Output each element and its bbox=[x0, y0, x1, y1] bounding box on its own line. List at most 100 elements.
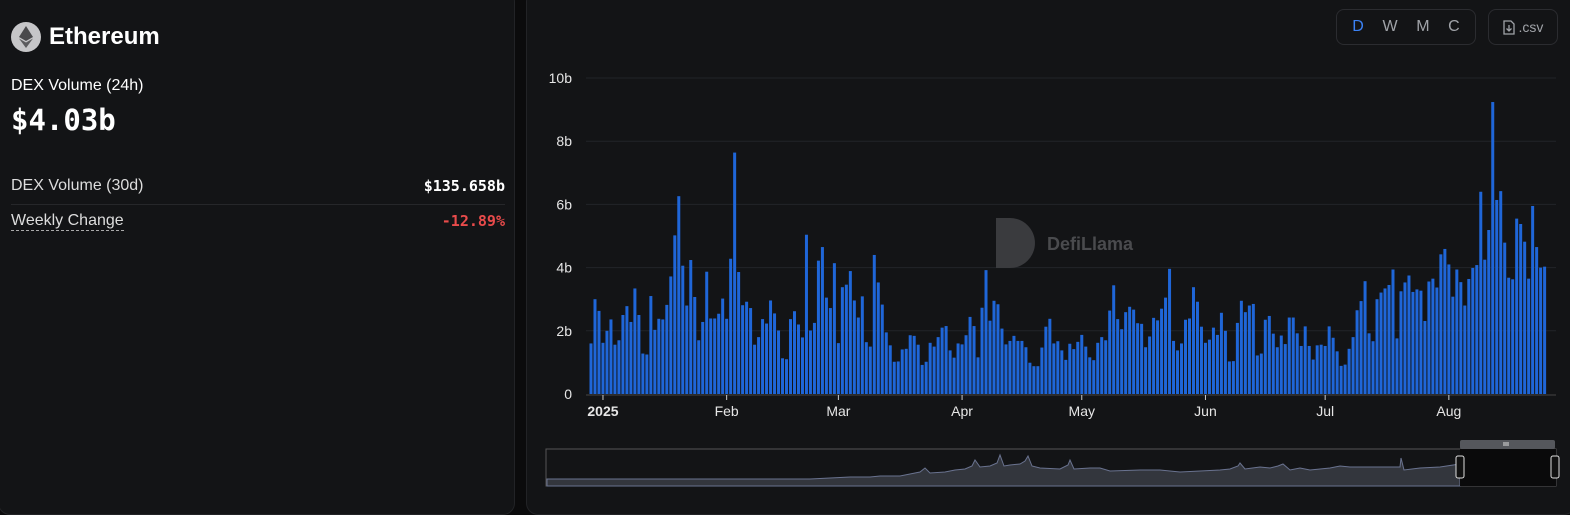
volume-bar[interactable] bbox=[824, 297, 828, 394]
volume-bar[interactable] bbox=[1279, 335, 1283, 394]
volume-bar[interactable] bbox=[888, 345, 892, 394]
volume-bar[interactable] bbox=[956, 343, 960, 394]
volume-bar[interactable] bbox=[685, 305, 689, 394]
volume-bar[interactable] bbox=[1463, 305, 1467, 394]
volume-bar[interactable] bbox=[804, 234, 808, 394]
volume-bar[interactable] bbox=[1535, 247, 1539, 394]
volume-bar[interactable] bbox=[1144, 347, 1148, 394]
volume-bar[interactable] bbox=[1511, 279, 1515, 394]
volume-bar[interactable] bbox=[1355, 310, 1359, 394]
volume-bar[interactable] bbox=[697, 340, 701, 394]
volume-bar[interactable] bbox=[1116, 319, 1120, 394]
volume-bar[interactable] bbox=[1339, 365, 1343, 394]
volume-bar[interactable] bbox=[916, 344, 920, 394]
volume-bar[interactable] bbox=[944, 326, 948, 394]
volume-bar[interactable] bbox=[876, 282, 880, 394]
navigator-right-handle[interactable] bbox=[1550, 455, 1560, 479]
volume-bar[interactable] bbox=[1184, 319, 1188, 394]
volume-bar[interactable] bbox=[940, 327, 944, 394]
volume-bar[interactable] bbox=[972, 326, 976, 394]
volume-bar[interactable] bbox=[1499, 191, 1503, 394]
volume-bar[interactable] bbox=[1060, 350, 1064, 394]
volume-bar[interactable] bbox=[757, 337, 761, 394]
volume-bar[interactable] bbox=[996, 304, 1000, 394]
volume-bar[interactable] bbox=[1056, 341, 1060, 394]
volume-bar[interactable] bbox=[884, 332, 888, 394]
volume-bar[interactable] bbox=[1040, 347, 1044, 394]
volume-bar[interactable] bbox=[792, 311, 796, 394]
volume-bar[interactable] bbox=[1291, 317, 1295, 394]
volume-bar[interactable] bbox=[769, 300, 773, 394]
volume-bar[interactable] bbox=[1100, 337, 1104, 394]
volume-bar[interactable] bbox=[1483, 259, 1487, 394]
volume-bar[interactable] bbox=[1299, 345, 1303, 394]
volume-bar[interactable] bbox=[1343, 364, 1347, 394]
volume-bar[interactable] bbox=[1195, 301, 1199, 394]
volume-bar[interactable] bbox=[1543, 266, 1547, 394]
volume-bar[interactable] bbox=[1223, 330, 1227, 394]
volume-bar[interactable] bbox=[597, 310, 601, 394]
volume-bar[interactable] bbox=[1319, 344, 1323, 394]
volume-bar[interactable] bbox=[657, 318, 661, 394]
volume-bar[interactable] bbox=[1020, 340, 1024, 394]
volume-bar[interactable] bbox=[1415, 289, 1419, 394]
volume-bar[interactable] bbox=[1052, 343, 1056, 394]
volume-bar[interactable] bbox=[1383, 288, 1387, 394]
volume-bar[interactable] bbox=[1176, 350, 1180, 394]
volume-bar[interactable] bbox=[1431, 278, 1435, 394]
volume-bar[interactable] bbox=[1451, 296, 1455, 394]
volume-bar[interactable] bbox=[1531, 205, 1535, 394]
volume-bar[interactable] bbox=[1251, 303, 1255, 394]
volume-bar[interactable] bbox=[1423, 321, 1427, 394]
volume-bar[interactable] bbox=[645, 354, 649, 395]
volume-bar[interactable] bbox=[1156, 320, 1160, 394]
volume-bar[interactable] bbox=[800, 337, 804, 394]
volume-bar[interactable] bbox=[912, 335, 916, 394]
volume-bar[interactable] bbox=[960, 344, 964, 394]
volume-bar[interactable] bbox=[773, 313, 777, 394]
volume-bar[interactable] bbox=[928, 342, 932, 394]
volume-bar[interactable] bbox=[896, 361, 900, 394]
volume-bar[interactable] bbox=[789, 319, 792, 394]
volume-bar[interactable] bbox=[1104, 340, 1108, 394]
volume-bar[interactable] bbox=[701, 321, 705, 394]
volume-bar[interactable] bbox=[621, 315, 625, 394]
volume-bar[interactable] bbox=[593, 299, 597, 394]
volume-bar[interactable] bbox=[1044, 326, 1048, 394]
volume-bar[interactable] bbox=[1016, 340, 1020, 394]
volume-bar[interactable] bbox=[984, 270, 988, 394]
volume-bar[interactable] bbox=[1160, 308, 1164, 394]
volume-bar[interactable] bbox=[1132, 309, 1136, 394]
volume-bar[interactable] bbox=[808, 330, 812, 394]
volume-bar[interactable] bbox=[948, 350, 952, 394]
volume-bar[interactable] bbox=[1088, 357, 1092, 394]
volume-bar[interactable] bbox=[1275, 347, 1279, 394]
volume-bar[interactable] bbox=[745, 301, 749, 394]
volume-bar[interactable] bbox=[1367, 333, 1371, 394]
volume-bar[interactable] bbox=[1267, 315, 1271, 394]
volume-bar[interactable] bbox=[1136, 323, 1140, 394]
volume-bar[interactable] bbox=[1495, 199, 1499, 394]
volume-bar[interactable] bbox=[1315, 345, 1319, 394]
volume-bar[interactable] bbox=[1092, 360, 1096, 394]
volume-bar[interactable] bbox=[661, 319, 665, 394]
volume-bar[interactable] bbox=[1140, 323, 1144, 394]
volume-bar[interactable] bbox=[649, 296, 653, 394]
volume-bar[interactable] bbox=[1028, 362, 1032, 394]
volume-bar[interactable] bbox=[717, 313, 721, 394]
volume-bar[interactable] bbox=[852, 300, 856, 394]
volume-bar[interactable] bbox=[1467, 278, 1471, 394]
volume-bar[interactable] bbox=[920, 364, 924, 394]
volume-bar[interactable] bbox=[868, 346, 872, 394]
volume-bar[interactable] bbox=[1024, 347, 1028, 394]
volume-bar[interactable] bbox=[641, 353, 645, 394]
volume-bar[interactable] bbox=[908, 335, 912, 394]
volume-bar[interactable] bbox=[1207, 339, 1211, 394]
volume-bar[interactable] bbox=[1403, 282, 1407, 394]
volume-bar[interactable] bbox=[1271, 333, 1275, 394]
volume-bar[interactable] bbox=[1191, 287, 1195, 394]
volume-bar[interactable] bbox=[820, 247, 824, 394]
volume-bar[interactable] bbox=[1227, 361, 1231, 394]
volume-bar[interactable] bbox=[980, 307, 984, 394]
volume-bar[interactable] bbox=[1112, 285, 1116, 394]
